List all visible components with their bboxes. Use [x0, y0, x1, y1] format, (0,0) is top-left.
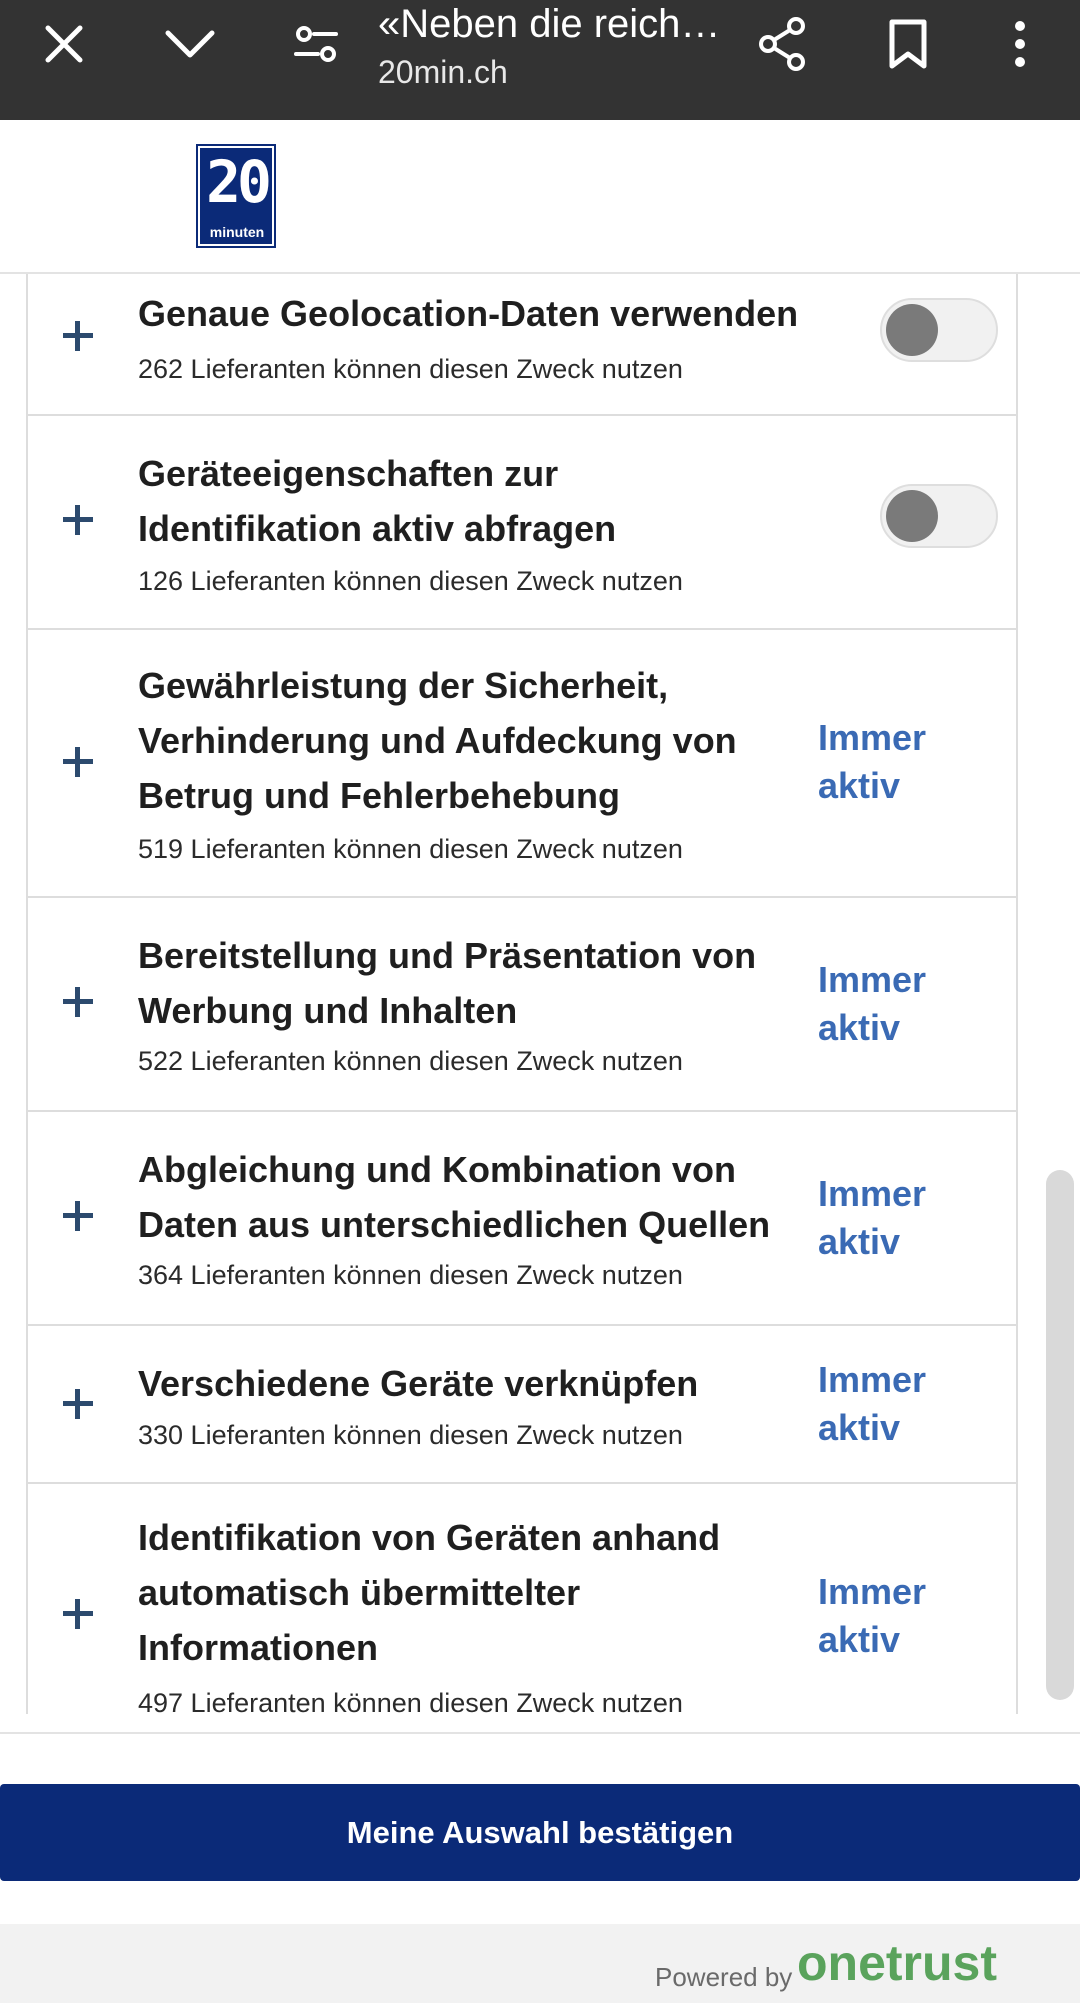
- toggle-knob: [886, 304, 938, 356]
- expand-plus-icon[interactable]: [60, 1386, 96, 1422]
- share-icon[interactable]: [738, 0, 826, 88]
- purpose-toggle[interactable]: [880, 298, 998, 362]
- purpose-item[interactable]: Geräteeigenschaften zur Identifikation a…: [26, 416, 1018, 630]
- purpose-title: Abgleichung und Kombination von Daten au…: [138, 1149, 771, 1245]
- always-active-label: Immer aktiv: [818, 1359, 927, 1448]
- purpose-vendor-count: 364 Lieferanten können diesen Zweck nutz…: [138, 1260, 683, 1290]
- purpose-item[interactable]: Genaue Geolocation-Daten verwenden 262 L…: [26, 274, 1018, 416]
- page-title[interactable]: «Neben die reich…: [378, 2, 728, 47]
- logo-word: minuten: [209, 224, 265, 240]
- purpose-vendor-count: 330 Lieferanten können diesen Zweck nutz…: [138, 1420, 683, 1450]
- powered-by-text: Powered by: [655, 1962, 793, 1992]
- purpose-item[interactable]: Abgleichung und Kombination von Daten au…: [26, 1112, 1018, 1326]
- purpose-vendor-count: 522 Lieferanten können diesen Zweck nutz…: [138, 1046, 683, 1076]
- purpose-title: Identifikation von Geräten anhand automa…: [138, 1517, 721, 1668]
- expand-plus-icon[interactable]: [60, 744, 96, 780]
- purpose-item[interactable]: Gewährleistung der Sicherheit, Verhinder…: [26, 630, 1018, 898]
- purpose-vendor-count: 126 Lieferanten können diesen Zweck nutz…: [138, 566, 683, 596]
- scrollbar[interactable]: [1046, 1170, 1074, 1700]
- purpose-title: Geräteeigenschaften zur Identifikation a…: [138, 453, 617, 549]
- always-active-label: Immer aktiv: [818, 1173, 927, 1262]
- purpose-vendor-count: 497 Lieferanten können diesen Zweck nutz…: [138, 1688, 683, 1714]
- more-vert-icon[interactable]: [976, 0, 1064, 88]
- logo-number: 20: [206, 148, 272, 216]
- purpose-item[interactable]: Verschiedene Geräte verknüpfen 330 Liefe…: [26, 1326, 1018, 1484]
- tune-icon[interactable]: [272, 0, 360, 88]
- purpose-item[interactable]: Identifikation von Geräten anhand automa…: [26, 1484, 1018, 1714]
- footer: Powered by onetrust: [0, 1924, 1080, 2003]
- purpose-item[interactable]: Bereitstellung und Präsentation von Werb…: [26, 898, 1018, 1112]
- always-active-label: Immer aktiv: [818, 1571, 927, 1660]
- purpose-vendor-count: 262 Lieferanten können diesen Zweck nutz…: [138, 354, 683, 384]
- purpose-title: Gewährleistung der Sicherheit, Verhinder…: [138, 665, 737, 816]
- divider: [0, 1732, 1080, 1734]
- confirm-selection-button[interactable]: Meine Auswahl bestätigen: [0, 1784, 1080, 1881]
- purpose-title: Genaue Geolocation-Daten verwenden: [138, 293, 799, 334]
- close-icon[interactable]: [20, 0, 108, 88]
- page-domain[interactable]: 20min.ch: [378, 54, 508, 91]
- expand-plus-icon[interactable]: [60, 502, 96, 538]
- 20minuten-logo: 20 minuten: [196, 144, 276, 248]
- always-active-label: Immer aktiv: [818, 959, 927, 1048]
- toggle-knob: [886, 490, 938, 542]
- onetrust-logo[interactable]: onetrust: [797, 1934, 997, 1992]
- expand-plus-icon[interactable]: [60, 1596, 96, 1632]
- always-active-label: Immer aktiv: [818, 717, 927, 806]
- chevron-down-icon[interactable]: [146, 0, 234, 88]
- expand-plus-icon[interactable]: [60, 984, 96, 1020]
- expand-plus-icon[interactable]: [60, 1198, 96, 1234]
- bookmark-icon[interactable]: [864, 0, 952, 88]
- purpose-vendor-count: 519 Lieferanten können diesen Zweck nutz…: [138, 834, 683, 864]
- purpose-toggle[interactable]: [880, 484, 998, 548]
- cookie-banner-header: 20 minuten: [0, 120, 1080, 274]
- expand-plus-icon[interactable]: [60, 318, 96, 354]
- purpose-title: Bereitstellung und Präsentation von Werb…: [138, 935, 757, 1031]
- purpose-title: Verschiedene Geräte verknüpfen: [138, 1363, 699, 1404]
- purpose-list: Genaue Geolocation-Daten verwenden 262 L…: [0, 274, 1080, 1714]
- browser-top-bar: «Neben die reich… 20min.ch: [0, 0, 1080, 120]
